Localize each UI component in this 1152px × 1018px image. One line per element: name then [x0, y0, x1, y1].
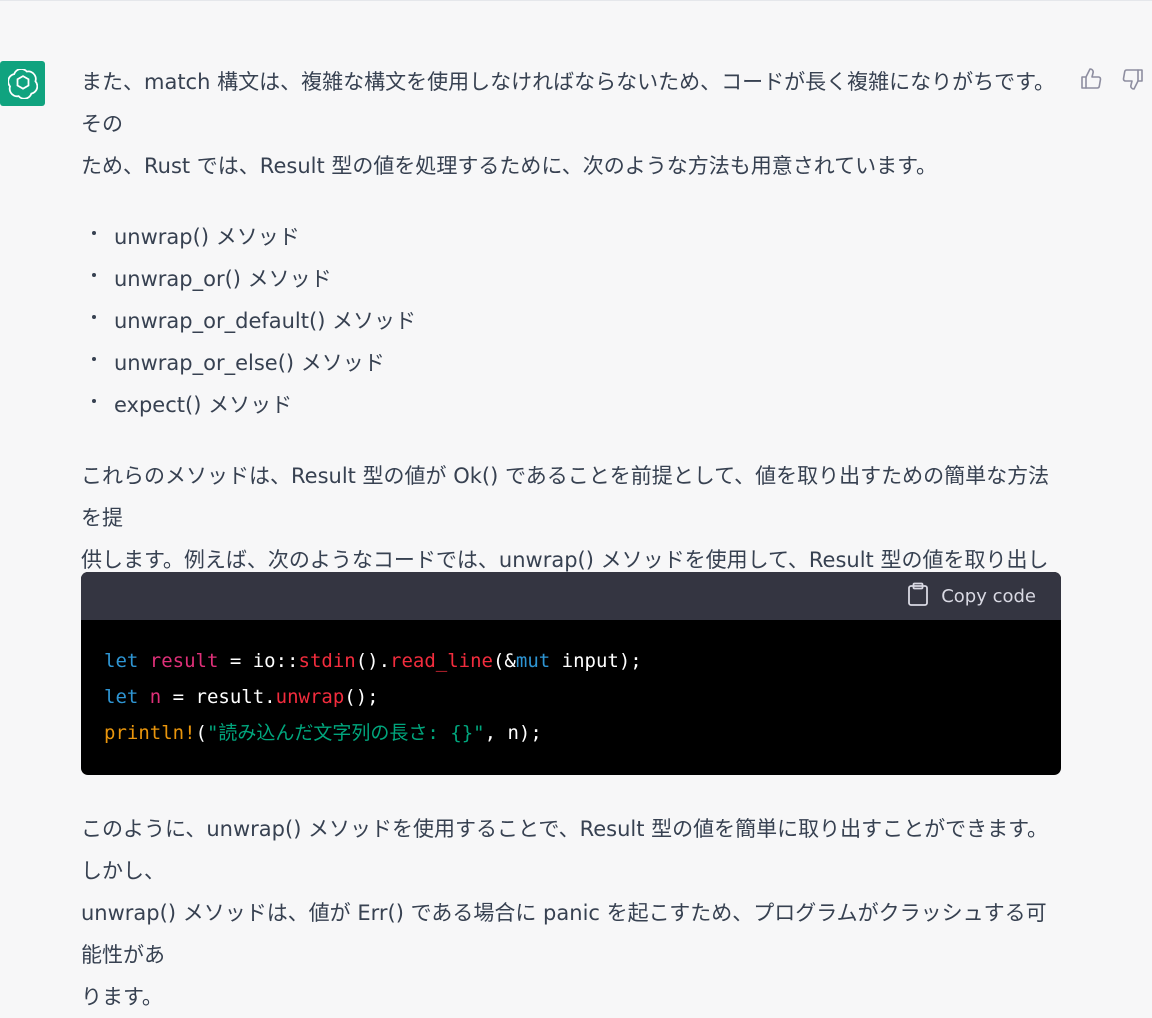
copy-code-label: Copy code — [941, 585, 1036, 607]
conclusion-paragraph: このように、unwrap() メソッドを使用することで、Result 型の値を簡… — [81, 808, 1061, 1018]
code-line: let n = result.unwrap(); — [104, 679, 1061, 715]
openai-logo-icon — [0, 61, 45, 106]
code-token: , n); — [484, 722, 542, 744]
code-token: unwrap — [275, 686, 345, 708]
thumbs-down-icon[interactable] — [1119, 65, 1147, 93]
intro-paragraph: また、match 構文は、複雑な構文を使用しなければならないため、コードが長く複… — [81, 61, 1061, 187]
code-block: Copy code let result = io::stdin().read_… — [81, 572, 1061, 775]
list-item: expect() メソッド — [81, 384, 1061, 426]
copy-code-button[interactable]: Copy code — [907, 582, 1036, 611]
code-token: println! — [104, 722, 196, 744]
list-item: unwrap_or_default() メソッド — [81, 300, 1061, 342]
code-token: n — [149, 686, 162, 708]
clipboard-icon — [907, 582, 929, 611]
code-token: (& — [492, 650, 516, 672]
code-token: (); — [344, 686, 379, 708]
code-token: stdin — [298, 650, 356, 672]
code-token: input); — [550, 650, 642, 672]
text-line: このように、unwrap() メソッドを使用することで、Result 型の値を簡… — [81, 817, 1049, 883]
code-line: let result = io::stdin().read_line(&mut … — [104, 643, 1061, 679]
code-token: = io:: — [218, 650, 299, 672]
list-item: unwrap() メソッド — [81, 216, 1061, 258]
thumbs-up-icon[interactable] — [1077, 65, 1105, 93]
code-header: Copy code — [81, 572, 1061, 620]
assistant-message: また、match 構文は、複雑な構文を使用しなければならないため、コードが長く複… — [0, 1, 1152, 1009]
text-line: また、match 構文は、複雑な構文を使用しなければならないため、コードが長く複… — [81, 70, 1055, 136]
text-line: ため、Rust では、Result 型の値を処理するために、次のような方法も用意… — [81, 154, 938, 178]
code-token: read_line — [390, 650, 493, 672]
text-line: unwrap() メソッドは、値が Err() である場合に panic を起こ… — [81, 901, 1047, 967]
list-item: unwrap_or_else() メソッド — [81, 342, 1061, 384]
code-token: result — [149, 650, 219, 672]
code-token: (). — [355, 650, 391, 672]
code-token: let — [104, 650, 139, 672]
method-list: unwrap() メソッド unwrap_or() メソッド unwrap_or… — [81, 216, 1061, 426]
code-token: let — [104, 686, 139, 708]
text-line: ります。 — [81, 985, 163, 1009]
code-token: ( — [195, 722, 207, 744]
code-content[interactable]: let result = io::stdin().read_line(&mut … — [81, 620, 1061, 751]
code-token: = result. — [161, 686, 276, 708]
text-line: これらのメソッドは、Result 型の値が Ok() であることを前提として、値… — [81, 464, 1050, 530]
list-item: unwrap_or() メソッド — [81, 258, 1061, 300]
code-token: "読み込んだ文字列の長さ: {}" — [206, 722, 485, 744]
code-token: mut — [515, 650, 551, 672]
code-line: println!("読み込んだ文字列の長さ: {}", n); — [104, 715, 1061, 751]
